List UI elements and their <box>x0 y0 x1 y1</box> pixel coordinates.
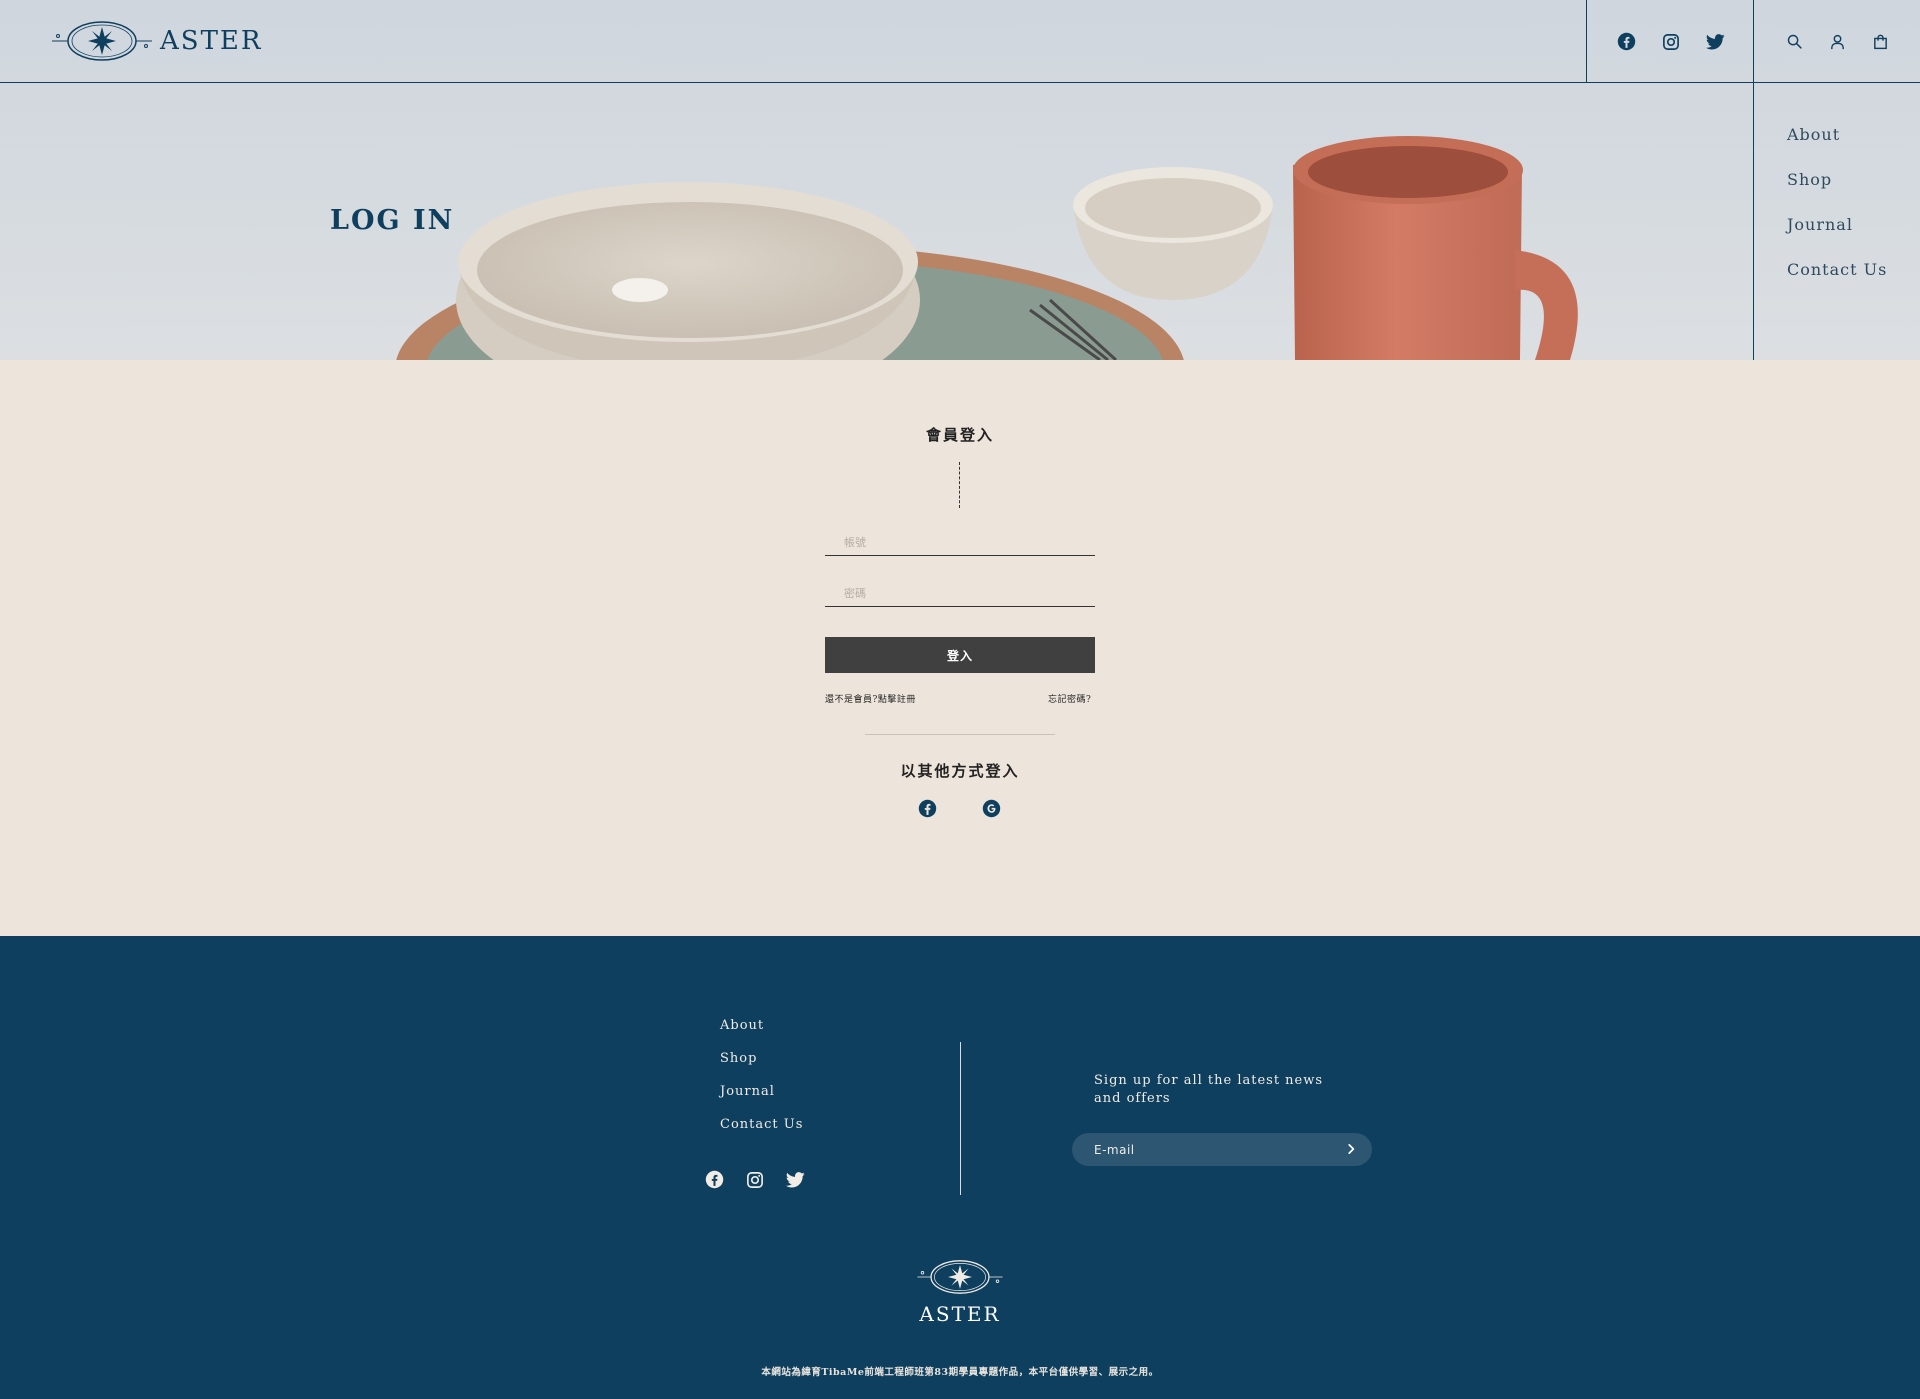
header-tools <box>1753 0 1920 83</box>
account-input[interactable] <box>825 530 1095 556</box>
search-icon[interactable] <box>1786 33 1803 50</box>
site-header: ASTER <box>0 0 1920 83</box>
decorative-divider <box>959 462 960 508</box>
copyright-text: 本網站為緯育TibaMe前端工程師班第83期學員專題作品，本平台僅供學習、展示之… <box>761 1367 1159 1378</box>
login-button[interactable]: 登入 <box>825 637 1095 673</box>
instagram-icon[interactable] <box>746 1170 764 1189</box>
footer-nav-journal[interactable]: Journal <box>720 1084 803 1117</box>
brand-logo[interactable]: ASTER <box>50 14 263 68</box>
footer-brand-name: ASTER <box>919 1302 1001 1326</box>
password-input[interactable] <box>825 581 1095 607</box>
footer-nav-shop[interactable]: Shop <box>720 1051 803 1084</box>
register-link[interactable]: 還不是會員?點擊註冊 <box>825 692 916 705</box>
side-nav-contact[interactable]: Contact Us <box>1787 260 1920 305</box>
page-title: LOG IN <box>330 205 455 236</box>
site-footer: About Shop Journal Contact Us Sign up fo… <box>0 936 1920 1399</box>
aster-flower-logo-icon <box>913 1254 1007 1300</box>
twitter-icon[interactable] <box>1705 33 1725 50</box>
footer-social-links <box>705 1170 805 1189</box>
cart-icon[interactable] <box>1872 33 1889 51</box>
facebook-icon[interactable] <box>705 1170 724 1189</box>
login-title: 會員登入 <box>925 426 994 444</box>
instagram-icon[interactable] <box>1662 33 1680 51</box>
brand-name: ASTER <box>160 26 263 56</box>
chevron-right-icon[interactable] <box>1344 1142 1358 1156</box>
other-login-title: 以其他方式登入 <box>900 762 1020 780</box>
facebook-icon[interactable] <box>918 799 937 818</box>
hero-banner: ASTER About Shop Journal Contact Us LOG … <box>0 0 1920 360</box>
footer-nav-about[interactable]: About <box>720 1018 803 1051</box>
side-nav-shop[interactable]: Shop <box>1787 170 1920 215</box>
facebook-icon[interactable] <box>1617 32 1636 51</box>
side-nav-journal[interactable]: Journal <box>1787 215 1920 260</box>
section-divider <box>865 734 1055 735</box>
twitter-icon[interactable] <box>786 1170 805 1189</box>
login-section: 會員登入 登入 還不是會員?點擊註冊 忘記密碼? 以其他方式登入 <box>0 360 1920 936</box>
google-icon[interactable] <box>982 799 1001 818</box>
newsletter-form <box>1072 1133 1372 1166</box>
footer-divider <box>960 1042 961 1195</box>
aster-flower-logo-icon <box>52 21 152 61</box>
header-social-links <box>1586 0 1754 83</box>
email-input[interactable] <box>1094 1133 1324 1166</box>
footer-nav-contact[interactable]: Contact Us <box>720 1117 803 1150</box>
footer-navigation: About Shop Journal Contact Us <box>720 1018 803 1150</box>
side-navigation: About Shop Journal Contact Us <box>1753 83 1920 360</box>
side-nav-about[interactable]: About <box>1787 125 1920 170</box>
newsletter-text: Sign up for all the latest news and offe… <box>1094 1073 1324 1106</box>
forgot-password-link[interactable]: 忘記密碼? <box>1048 692 1091 705</box>
user-icon[interactable] <box>1829 33 1846 51</box>
